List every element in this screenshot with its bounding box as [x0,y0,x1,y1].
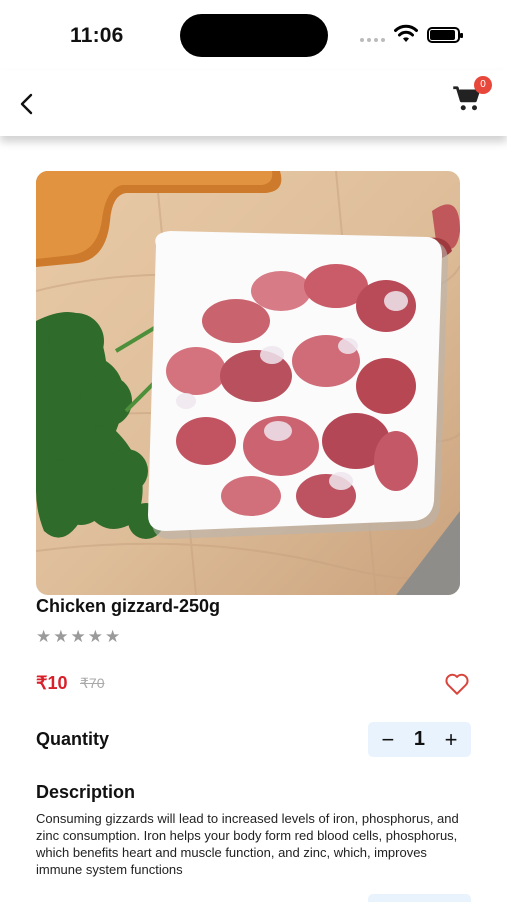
status-bar: 11:06 [0,0,507,70]
star-icon: ★ [53,627,69,646]
cart-count-badge: 0 [474,76,492,94]
battery-icon [427,27,463,43]
dynamic-island [180,14,328,57]
signal-icon [360,38,385,42]
star-icon: ★ [105,627,121,646]
wifi-icon [394,24,418,42]
decrement-button[interactable]: − [374,727,402,753]
back-arrow-icon[interactable] [16,92,40,116]
product-title: Chicken gizzard-250g [36,596,221,616]
original-price: ₹70 [80,675,105,691]
status-time: 11:06 [70,24,124,47]
quantity-value: 1 [413,728,426,750]
description-text: Consuming gizzards will lead to increase… [36,811,459,877]
rating-stars: ★ ★ ★ ★ ★ [36,627,120,647]
star-icon: ★ [87,627,103,646]
partial-button [368,894,471,902]
wishlist-heart-icon[interactable] [444,672,470,696]
star-icon: ★ [70,627,86,646]
quantity-stepper: − 1 + [368,722,471,757]
sale-price: ₹10 [36,673,68,693]
star-icon: ★ [36,627,52,646]
app-header: 0 [0,70,507,136]
quantity-label: Quantity [36,729,110,749]
product-image [36,171,460,595]
increment-button[interactable]: + [437,727,465,753]
description-heading: Description [36,782,136,802]
